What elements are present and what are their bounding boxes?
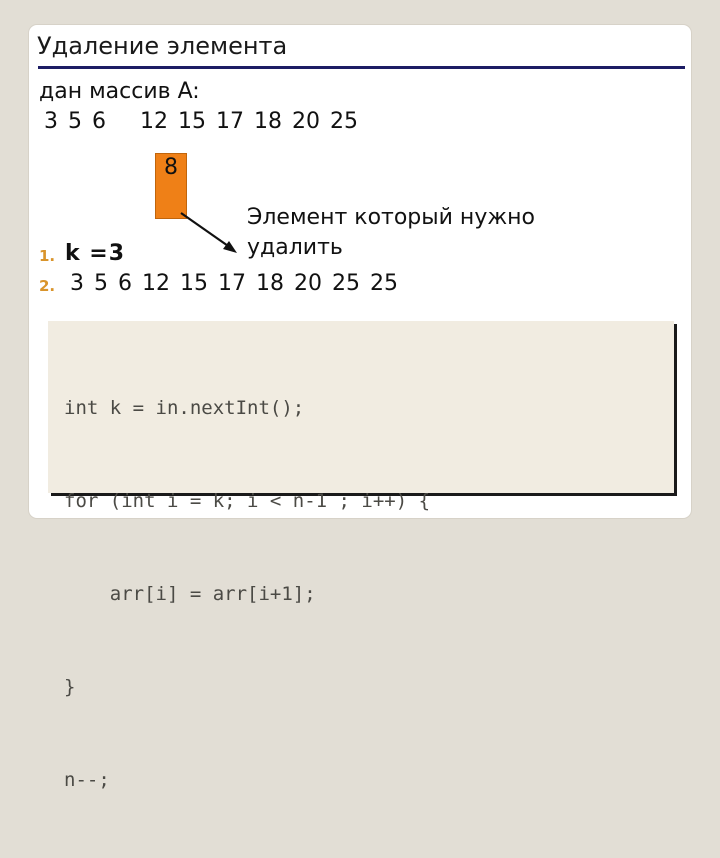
- array-cell: 25: [370, 271, 398, 296]
- array-cell: 18: [254, 109, 282, 134]
- code-line: n--;: [64, 769, 110, 791]
- slide-body: дан массив A: 356 12 15 17 18 20 25 8 Элемент…: [29, 71, 693, 321]
- given-array-label: дан массив A:: [39, 79, 200, 104]
- array-cell: 18: [256, 271, 284, 296]
- list-marker: 2.: [39, 277, 56, 295]
- array-cell: 17: [216, 109, 244, 134]
- array-cell: 6: [92, 109, 106, 134]
- list-item: 1. k =3: [39, 241, 679, 271]
- title-underline: [38, 66, 685, 69]
- code-line: for (int i = k; i < n-1 ; i++) {: [64, 490, 431, 512]
- array-cell: 20: [292, 109, 320, 134]
- array-cell-highlighted-placeholder: [111, 109, 135, 134]
- page-title: Удаление элемента: [37, 32, 288, 60]
- code-line: arr[i] = arr[i+1];: [64, 583, 316, 605]
- numbered-list: 1. k =3 2. 3 5 6 12 15 17 18 20 25 25: [39, 241, 679, 301]
- array-result-row: 3 5 6 12 15 17 18 20 25 25: [65, 271, 403, 296]
- array-cell: 17: [218, 271, 246, 296]
- array-cell: 3: [44, 109, 58, 134]
- array-cell: 5: [94, 271, 108, 296]
- array-cell: 15: [180, 271, 208, 296]
- slide-root: Удаление элемента дан массив A: 356 12 15…: [0, 0, 720, 791]
- array-cell: 20: [294, 271, 322, 296]
- list-item: 2. 3 5 6 12 15 17 18 20 25 25: [39, 271, 679, 301]
- array-original-row: 356 12 15 17 18 20 25: [39, 109, 363, 134]
- array-cell: 6: [118, 271, 132, 296]
- code-block: int k = in.nextInt(); for (int i = k; i …: [48, 321, 674, 791]
- array-cell: 25: [332, 271, 360, 296]
- array-cell: 5: [68, 109, 82, 134]
- code-text: int k = in.nextInt(); for (int i = k; i …: [64, 331, 668, 858]
- array-cell: 12: [142, 271, 170, 296]
- array-cell: 15: [178, 109, 206, 134]
- array-cell: 3: [70, 271, 84, 296]
- list-item-label: k =3: [65, 241, 126, 266]
- highlighted-array-value: 8: [164, 155, 178, 180]
- code-line: int k = in.nextInt();: [64, 397, 305, 419]
- list-marker: 1.: [39, 247, 56, 265]
- slide-card: Удаление элемента дан массив A: 356 12 15…: [28, 24, 693, 791]
- code-line: }: [64, 676, 76, 698]
- array-cell: 25: [330, 109, 358, 134]
- array-cell: 12: [140, 109, 168, 134]
